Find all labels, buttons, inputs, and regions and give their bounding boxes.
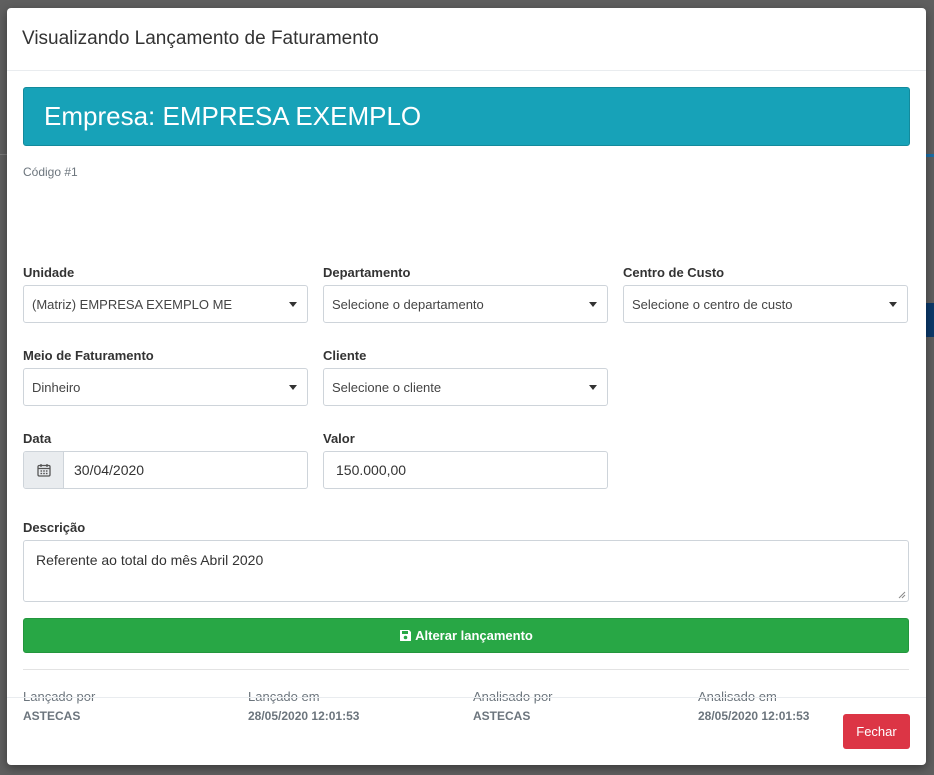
caret-down-icon <box>589 384 597 390</box>
resize-handle-icon[interactable] <box>898 591 906 599</box>
unidade-select[interactable]: (Matriz) EMPRESA EXEMPLO ME <box>23 285 308 323</box>
modal-body: Empresa: EMPRESA EXEMPLO Código #1 Unida… <box>7 71 926 723</box>
cliente-value: Selecione o cliente <box>332 379 442 395</box>
departamento-select[interactable]: Selecione o departamento <box>323 285 608 323</box>
date-input-group[interactable]: 30/04/2020 <box>23 451 308 489</box>
fechar-button[interactable]: Fechar <box>843 714 910 749</box>
meio-faturamento-label: Meio de Faturamento <box>23 348 154 363</box>
floppy-disk-icon <box>400 630 412 641</box>
cliente-label: Cliente <box>323 348 367 363</box>
departamento-field: Departamento Selecione o departamento <box>323 265 608 323</box>
modal-title: Visualizando Lançamento de Faturamento <box>22 28 379 49</box>
valor-label: Valor <box>323 431 355 446</box>
meio-faturamento-select[interactable]: Dinheiro <box>23 368 308 406</box>
centro-custo-field: Centro de Custo Selecione o centro de cu… <box>623 265 908 323</box>
descricao-label: Descrição <box>23 520 86 535</box>
caret-down-icon <box>589 301 597 307</box>
divider <box>23 669 909 670</box>
descricao-textarea[interactable]: Referente ao total do mês Abril 2020 <box>23 540 909 602</box>
descricao-value: Referente ao total do mês Abril 2020 <box>36 552 264 568</box>
form-row-2: Meio de Faturamento Dinheiro Cliente Sel… <box>23 348 608 406</box>
meio-faturamento-field: Meio de Faturamento Dinheiro <box>23 348 308 406</box>
modal-dialog: Visualizando Lançamento de Faturamento E… <box>7 8 926 765</box>
valor-field: Valor 150.000,00 <box>323 431 608 489</box>
unidade-value: (Matriz) EMPRESA EXEMPLO ME <box>32 296 233 312</box>
record-code: Código #1 <box>23 165 78 179</box>
valor-input[interactable]: 150.000,00 <box>323 451 608 489</box>
modal-footer: Fechar <box>7 697 926 765</box>
form-row-1: Unidade (Matriz) EMPRESA EXEMPLO ME Depa… <box>23 265 908 323</box>
data-field: Data 30/04/2020 <box>23 431 308 489</box>
date-input[interactable]: 30/04/2020 <box>64 452 307 488</box>
data-label: Data <box>23 431 52 446</box>
caret-down-icon <box>889 301 897 307</box>
unidade-label: Unidade <box>23 265 75 280</box>
alterar-lancamento-button[interactable]: Alterar lançamento <box>23 618 909 653</box>
centro-custo-select[interactable]: Selecione o centro de custo <box>623 285 908 323</box>
caret-down-icon <box>289 301 297 307</box>
cliente-field: Cliente Selecione o cliente <box>323 348 608 406</box>
caret-down-icon <box>289 384 297 390</box>
unidade-field: Unidade (Matriz) EMPRESA EXEMPLO ME <box>23 265 308 323</box>
modal-header: Visualizando Lançamento de Faturamento <box>7 8 926 71</box>
centro-custo-value: Selecione o centro de custo <box>632 296 793 312</box>
company-banner: Empresa: EMPRESA EXEMPLO <box>23 87 910 146</box>
alterar-lancamento-label: Alterar lançamento <box>415 628 533 643</box>
meio-faturamento-value: Dinheiro <box>32 379 81 395</box>
centro-custo-label: Centro de Custo <box>623 265 725 280</box>
form-row-3: Data 30/04/2020 Valor 150.000,00 <box>23 431 608 489</box>
cliente-select[interactable]: Selecione o cliente <box>323 368 608 406</box>
departamento-label: Departamento <box>323 265 411 280</box>
calendar-icon[interactable] <box>24 452 64 488</box>
departamento-value: Selecione o departamento <box>332 296 484 312</box>
